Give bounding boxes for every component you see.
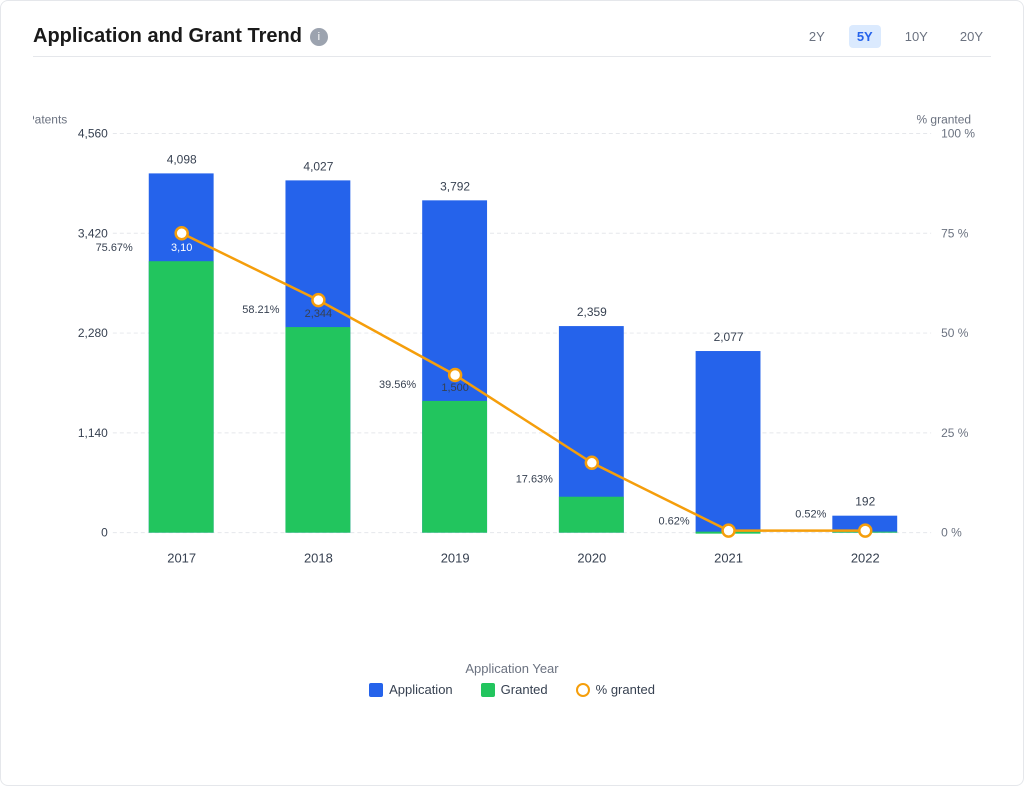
legend-title: Application Year [465, 661, 558, 676]
y-tick-right-50: 50 % [941, 326, 969, 340]
time-btn-20y[interactable]: 20Y [952, 25, 991, 48]
y-tick-3420: 3,420 [78, 226, 108, 240]
y-tick-right-0: 0 % [941, 526, 962, 540]
legend-box-application [369, 683, 383, 697]
chart-title: Application and Grant Trend [33, 25, 302, 48]
label-app-2017: 4,098 [167, 152, 197, 166]
label-app-2020: 2,359 [577, 305, 607, 319]
time-filters: 2Y 5Y 10Y 20Y [801, 25, 991, 48]
header-divider [33, 56, 991, 57]
x-label-2022: 2022 [851, 551, 880, 566]
legend-items: Application Granted % granted [369, 682, 655, 697]
label-app-2019: 3,792 [440, 179, 470, 193]
chart-header: Application and Grant Trend i 2Y 5Y 10Y … [33, 25, 991, 48]
label-app-2021: 2,077 [714, 330, 744, 344]
legend-granted: Granted [481, 682, 548, 697]
y-tick-4560: 4,560 [78, 126, 108, 140]
y-tick-right-25: 25 % [941, 426, 969, 440]
bar-granted-2017 [149, 261, 214, 532]
y-axis-left-label: Patents [33, 113, 67, 127]
legend-label-pct: % granted [596, 682, 655, 697]
time-btn-5y[interactable]: 5Y [849, 25, 881, 48]
pct-label-2018: 58.21% [242, 304, 279, 316]
legend-label-granted: Granted [501, 682, 548, 697]
time-btn-2y[interactable]: 2Y [801, 25, 833, 48]
bar-granted-2019 [422, 401, 487, 533]
chart-legend: Application Year Application Granted % g… [33, 661, 991, 697]
label-granted-2017: 3,10 [171, 242, 192, 254]
label-granted-2019: 1,500 [441, 382, 468, 394]
dot-2017 [176, 227, 188, 239]
dot-2019 [449, 369, 461, 381]
y-tick-right-75: 75 % [941, 226, 969, 240]
pct-granted-line [182, 233, 866, 530]
pct-label-2020: 17.63% [516, 474, 553, 486]
x-label-2021: 2021 [714, 551, 743, 566]
legend-application: Application [369, 682, 453, 697]
bar-granted-2020 [559, 497, 624, 533]
chart-area: Patents % granted 4,560 3,420 2,280 1,14… [33, 73, 991, 653]
y-tick-2280: 2,280 [78, 326, 108, 340]
time-btn-10y[interactable]: 10Y [897, 25, 936, 48]
x-label-2019: 2019 [441, 551, 470, 566]
dot-2022 [859, 525, 871, 537]
label-app-2022: 192 [855, 495, 875, 509]
dot-2020 [586, 457, 598, 469]
y-tick-right-100: 100 % [941, 126, 975, 140]
pct-label-2022: 0.52% [795, 509, 826, 521]
label-app-2018: 4,027 [303, 159, 333, 173]
bar-granted-2018 [285, 327, 350, 533]
chart-svg: Patents % granted 4,560 3,420 2,280 1,14… [33, 73, 991, 653]
pct-label-2021: 0.62% [659, 516, 690, 528]
label-granted-2018: 2,344 [305, 308, 332, 320]
info-icon[interactable]: i [310, 28, 328, 46]
y-tick-0: 0 [101, 526, 108, 540]
dot-2021 [723, 525, 735, 537]
title-area: Application and Grant Trend i [33, 25, 328, 48]
legend-circle-pct [576, 683, 590, 697]
x-label-2017: 2017 [167, 551, 196, 566]
legend-pct-granted: % granted [576, 682, 655, 697]
legend-box-granted [481, 683, 495, 697]
pct-label-2017: 75.67% [96, 242, 133, 254]
y-axis-right-label: % granted [916, 113, 971, 127]
chart-card: Application and Grant Trend i 2Y 5Y 10Y … [0, 0, 1024, 786]
legend-label-application: Application [389, 682, 453, 697]
pct-label-2019: 39.56% [379, 379, 416, 391]
dot-2018 [312, 294, 324, 306]
x-label-2018: 2018 [304, 551, 333, 566]
y-tick-1140: 1,140 [78, 426, 108, 440]
bar-app-2021 [696, 351, 761, 533]
x-label-2020: 2020 [577, 551, 606, 566]
